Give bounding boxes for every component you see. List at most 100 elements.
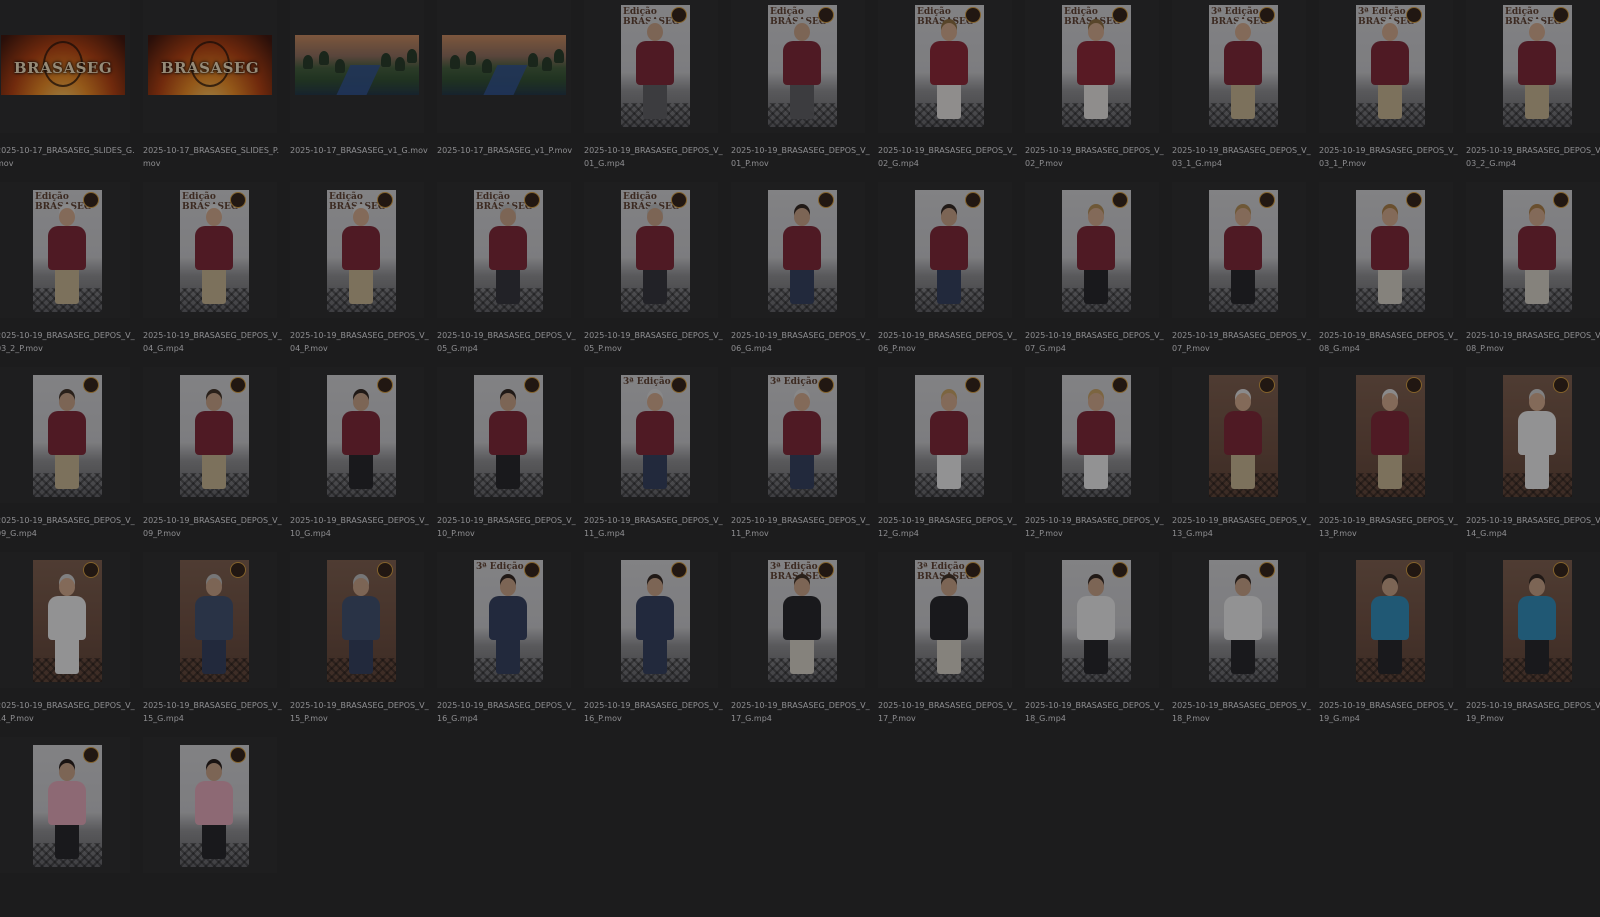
media-tile[interactable]: Edição BRASASEG 2025-10-19_BRASASEG_DEPOS… (0, 182, 135, 362)
media-tile[interactable]: 2025-10-19_BRASASEG_DEPOS_V_10_P.mov (437, 367, 576, 547)
file-name-label: 2025-10-19_BRASASEG_DEPOS_V_03_2_G.mp4 (1466, 146, 1600, 168)
media-tile[interactable]: 2025-10-19_BRASASEG_DEPOS_V_12_G.mp4 (878, 367, 1017, 547)
media-tile[interactable]: 2025-10-19_BRASASEG_DEPOS_V_19_G.mp4 (1319, 552, 1458, 732)
media-tile[interactable]: 3ª Edição BRASASEG 2025-10-19_BRASASEG_DE… (1319, 0, 1458, 177)
video-thumbnail[interactable]: Edição BRASASEG (584, 0, 718, 133)
video-thumbnail[interactable] (143, 552, 277, 688)
media-tile[interactable]: BRASASEG 2025-10-17_BRASASEG_SLIDES_G.mov (0, 0, 135, 177)
media-tile[interactable]: 2025-10-19_BRASASEG_DEPOS_V_12_P.mov (1025, 367, 1164, 547)
video-thumbnail[interactable]: Edição BRASASEG (878, 0, 1012, 133)
media-tile[interactable] (143, 737, 277, 917)
dim-overlay (143, 182, 277, 318)
media-tile[interactable]: 2025-10-19_BRASASEG_DEPOS_V_09_P.mov (143, 367, 282, 547)
video-thumbnail[interactable]: 3ª Edição (437, 552, 571, 688)
video-thumbnail[interactable] (290, 552, 424, 688)
video-thumbnail[interactable] (1025, 552, 1159, 688)
media-tile[interactable]: 3ª Edição 2025-10-19_BRASASEG_DEPOS_V_11_… (731, 367, 870, 547)
video-thumbnail[interactable]: Edição BRASASEG (1466, 0, 1600, 133)
video-thumbnail[interactable]: Edição BRASASEG (584, 182, 718, 318)
dim-overlay (731, 182, 865, 318)
media-tile[interactable]: 2025-10-19_BRASASEG_DEPOS_V_18_P.mov (1172, 552, 1311, 732)
dim-overlay (1319, 552, 1453, 688)
video-thumbnail[interactable] (878, 182, 1012, 318)
media-tile[interactable]: Edição BRASASEG 2025-10-19_BRASASEG_DEPOS… (584, 182, 723, 362)
video-thumbnail[interactable] (1172, 367, 1306, 503)
dim-overlay (731, 0, 865, 133)
media-tile[interactable]: 2025-10-19_BRASASEG_DEPOS_V_16_P.mov (584, 552, 723, 732)
dim-overlay (1172, 182, 1306, 318)
media-tile[interactable]: 2025-10-19_BRASASEG_DEPOS_V_18_G.mp4 (1025, 552, 1164, 732)
video-thumbnail[interactable] (0, 737, 130, 873)
video-thumbnail[interactable]: 3ª Edição (584, 367, 718, 503)
video-thumbnail[interactable]: Edição BRASASEG (290, 182, 424, 318)
media-tile[interactable]: 3ª Edição BRASASEG 2025-10-19_BRASASEG_DE… (731, 552, 870, 732)
media-tile[interactable]: BRASASEG 2025-10-17_BRASASEG_SLIDES_P.mov (143, 0, 279, 177)
video-thumbnail[interactable] (878, 367, 1012, 503)
video-thumbnail[interactable] (1466, 182, 1600, 318)
video-thumbnail[interactable] (1466, 367, 1600, 503)
video-thumbnail[interactable] (437, 367, 571, 503)
video-thumbnail[interactable]: Edição BRASASEG (0, 182, 130, 318)
media-tile[interactable]: 2025-10-17_BRASASEG_v1_P.mov (437, 0, 572, 177)
media-tile[interactable]: 2025-10-19_BRASASEG_DEPOS_V_13_G.mp4 (1172, 367, 1311, 547)
media-tile[interactable]: 2025-10-19_BRASASEG_DEPOS_V_19_P.mov (1466, 552, 1600, 732)
media-tile[interactable]: Edição BRASASEG 2025-10-19_BRASASEG_DEPOS… (143, 182, 282, 362)
video-thumbnail[interactable]: Edição BRASASEG (1025, 0, 1159, 133)
video-thumbnail[interactable]: 3ª Edição (731, 367, 865, 503)
video-thumbnail[interactable]: 3ª Edição BRASASEG (1172, 0, 1306, 133)
video-thumbnail[interactable] (584, 552, 718, 688)
video-thumbnail[interactable]: BRASASEG (0, 0, 130, 133)
media-tile[interactable]: 2025-10-19_BRASASEG_DEPOS_V_15_P.mov (290, 552, 429, 732)
video-thumbnail[interactable]: Edição BRASASEG (731, 0, 865, 133)
video-thumbnail[interactable] (1319, 367, 1453, 503)
video-thumbnail[interactable] (290, 0, 424, 133)
media-tile[interactable]: 2025-10-17_BRASASEG_v1_G.mov (290, 0, 428, 177)
media-tile[interactable]: Edição BRASASEG 2025-10-19_BRASASEG_DEPOS… (1466, 0, 1600, 177)
video-thumbnail[interactable]: BRASASEG (143, 0, 277, 133)
media-tile[interactable]: 3ª Edição BRASASEG 2025-10-19_BRASASEG_DE… (878, 552, 1017, 732)
media-tile[interactable]: Edição BRASASEG 2025-10-19_BRASASEG_DEPOS… (731, 0, 870, 177)
video-thumbnail[interactable] (0, 367, 130, 503)
media-tile[interactable]: 3ª Edição 2025-10-19_BRASASEG_DEPOS_V_16_… (437, 552, 576, 732)
media-tile[interactable]: Edição BRASASEG 2025-10-19_BRASASEG_DEPOS… (878, 0, 1017, 177)
video-thumbnail[interactable] (143, 367, 277, 503)
media-tile[interactable]: 3ª Edição 2025-10-19_BRASASEG_DEPOS_V_11_… (584, 367, 723, 547)
video-thumbnail[interactable] (1172, 552, 1306, 688)
video-thumbnail[interactable] (1025, 367, 1159, 503)
dim-overlay (878, 0, 1012, 133)
media-tile[interactable]: 2025-10-19_BRASASEG_DEPOS_V_06_G.mp4 (731, 182, 870, 362)
media-tile[interactable]: 3ª Edição BRASASEG 2025-10-19_BRASASEG_DE… (1172, 0, 1311, 177)
video-thumbnail[interactable] (1466, 552, 1600, 688)
video-thumbnail[interactable] (731, 182, 865, 318)
media-tile[interactable]: 2025-10-19_BRASASEG_DEPOS_V_15_G.mp4 (143, 552, 282, 732)
video-thumbnail[interactable] (1172, 182, 1306, 318)
video-thumbnail[interactable]: Edição BRASASEG (143, 182, 277, 318)
media-tile[interactable]: 2025-10-19_BRASASEG_DEPOS_V_07_P.mov (1172, 182, 1311, 362)
media-tile[interactable]: 2025-10-19_BRASASEG_DEPOS_V_06_P.mov (878, 182, 1017, 362)
media-tile[interactable]: 2025-10-19_BRASASEG_DEPOS_V_09_G.mp4 (0, 367, 135, 547)
media-tile[interactable]: Edição BRASASEG 2025-10-19_BRASASEG_DEPOS… (437, 182, 576, 362)
video-thumbnail[interactable]: Edição BRASASEG (437, 182, 571, 318)
video-thumbnail[interactable]: 3ª Edição BRASASEG (731, 552, 865, 688)
media-tile[interactable]: 2025-10-19_BRASASEG_DEPOS_V_07_G.mp4 (1025, 182, 1164, 362)
media-tile[interactable]: 2025-10-19_BRASASEG_DEPOS_V_14_G.mp4 (1466, 367, 1600, 547)
media-tile[interactable]: 2025-10-19_BRASASEG_DEPOS_V_08_G.mp4 (1319, 182, 1458, 362)
media-tile[interactable]: Edição BRASASEG 2025-10-19_BRASASEG_DEPOS… (584, 0, 723, 177)
video-thumbnail[interactable] (437, 0, 571, 133)
media-tile[interactable]: 2025-10-19_BRASASEG_DEPOS_V_08_P.mov (1466, 182, 1600, 362)
media-tile[interactable]: 2025-10-19_BRASASEG_DEPOS_V_10_G.mp4 (290, 367, 429, 547)
video-thumbnail[interactable] (290, 367, 424, 503)
video-thumbnail[interactable] (0, 552, 130, 688)
video-thumbnail[interactable] (1319, 182, 1453, 318)
video-thumbnail[interactable] (1025, 182, 1159, 318)
media-tile[interactable]: 2025-10-19_BRASASEG_DEPOS_V_13_P.mov (1319, 367, 1458, 547)
video-thumbnail[interactable] (1319, 552, 1453, 688)
media-tile[interactable]: Edição BRASASEG 2025-10-19_BRASASEG_DEPOS… (290, 182, 429, 362)
media-tile[interactable]: Edição BRASASEG 2025-10-19_BRASASEG_DEPOS… (1025, 0, 1164, 177)
file-name-label: 2025-10-19_BRASASEG_DEPOS_V_06_G.mp4 (731, 331, 870, 353)
video-thumbnail[interactable] (143, 737, 277, 873)
video-thumbnail[interactable]: 3ª Edição BRASASEG (878, 552, 1012, 688)
video-thumbnail[interactable]: 3ª Edição BRASASEG (1319, 0, 1453, 133)
media-tile[interactable]: 2025-10-19_BRASASEG_DEPOS_V_14_P.mov (0, 552, 135, 732)
media-tile[interactable] (0, 737, 130, 917)
